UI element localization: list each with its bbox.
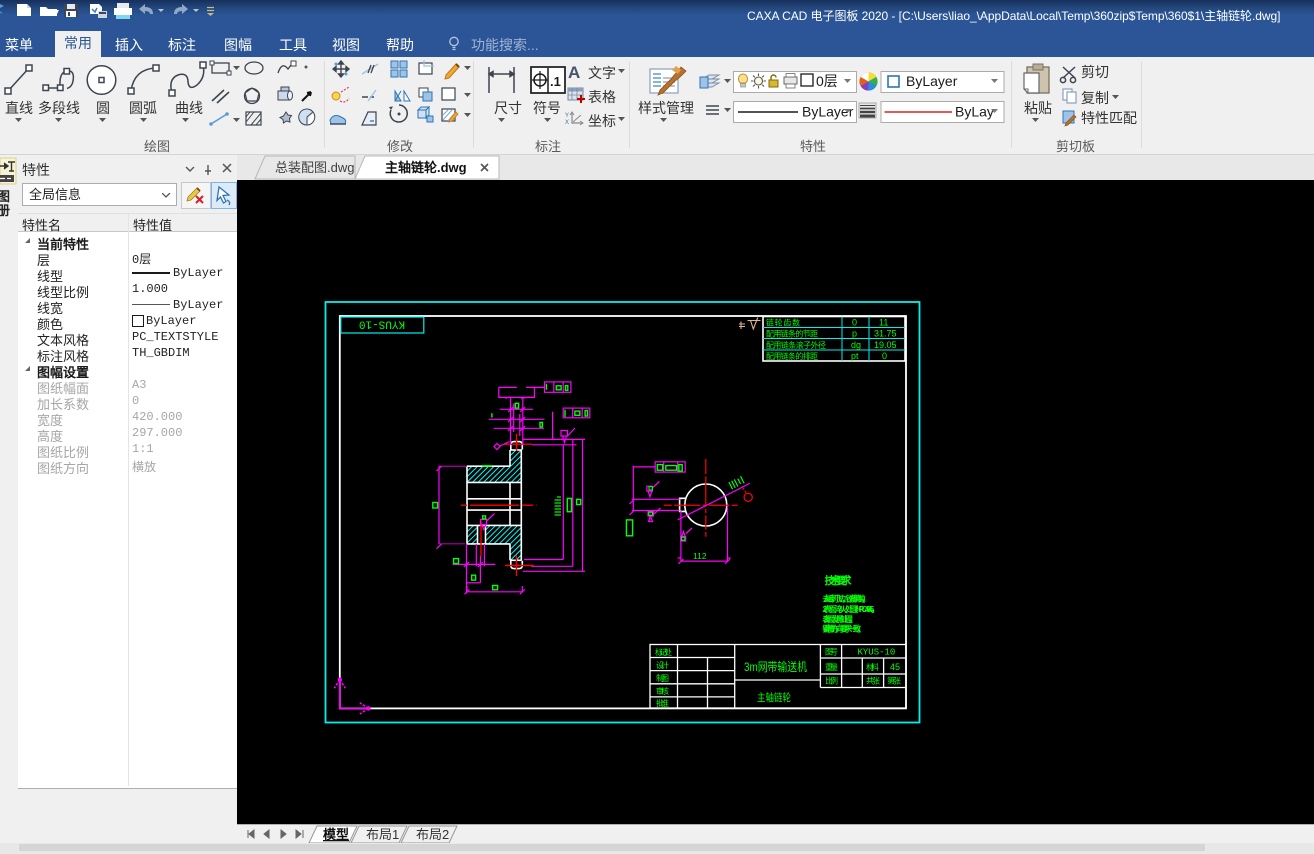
svg-text:图号: 图号 [825, 648, 838, 657]
svg-text:布局2: 布局2 [416, 827, 449, 842]
svg-text:复制: 复制 [1081, 90, 1109, 106]
svg-text:粘贴: 粘贴 [1024, 100, 1052, 116]
svg-text:直线: 直线 [5, 100, 33, 116]
svg-text:链轮齿数: 链轮齿数 [766, 318, 800, 328]
svg-text:特性匹配: 特性匹配 [1081, 110, 1137, 126]
svg-text:0层: 0层 [816, 73, 838, 89]
svg-text:0: 0 [852, 318, 857, 328]
svg-text:模型: 模型 [323, 827, 349, 842]
svg-text:共 张: 共 张 [866, 677, 880, 686]
svg-text:3.表面发黑处理。: 3.表面发黑处理。 [822, 614, 858, 624]
svg-text:主轴链轮: 主轴链轮 [757, 691, 791, 704]
svg-text:p: p [852, 329, 857, 339]
svg-text:2.表面淬火处理HRC40-45。: 2.表面淬火处理HRC40-45。 [823, 604, 880, 614]
svg-text:重量: 重量 [825, 662, 838, 672]
svg-text:pt: pt [851, 351, 859, 361]
svg-text:ByLayer: ByLayer [802, 104, 854, 120]
svg-text:112: 112 [693, 551, 707, 561]
svg-text:符号: 符号 [533, 100, 561, 116]
svg-text:圆弧: 圆弧 [129, 100, 157, 116]
svg-text:0: 0 [882, 351, 887, 361]
svg-text:批准: 批准 [656, 698, 669, 708]
svg-text:第 张: 第 张 [887, 676, 901, 686]
svg-text:制图: 制图 [656, 673, 669, 683]
svg-text:标记处: 标记处 [655, 647, 672, 657]
svg-text:尺寸: 尺寸 [494, 100, 522, 116]
svg-text:总装配图.dwg: 总装配图.dwg [275, 160, 354, 175]
svg-text:Y: Y [565, 113, 569, 119]
svg-text:材料: 材料 [866, 662, 879, 672]
svg-text:dg: dg [851, 340, 861, 350]
svg-text:19.05: 19.05 [874, 340, 897, 350]
svg-text:KYUS-10: KYUS-10 [359, 318, 405, 330]
svg-text:样式管理: 样式管理 [638, 100, 694, 116]
svg-text:.1: .1 [550, 74, 561, 89]
svg-text:布局1: 布局1 [366, 827, 399, 842]
svg-text:ByLay: ByLay [955, 104, 994, 120]
svg-text:剪切: 剪切 [1081, 64, 1109, 80]
svg-text:45: 45 [890, 662, 900, 672]
svg-text:3m网带输送机: 3m网带输送机 [744, 659, 807, 674]
svg-text:配用链条滚子外径: 配用链条滚子外径 [766, 340, 826, 350]
svg-text:曲线: 曲线 [175, 100, 203, 116]
svg-text:设计: 设计 [656, 660, 669, 670]
svg-text:坐标: 坐标 [588, 113, 616, 129]
svg-text:圆: 圆 [96, 100, 110, 116]
svg-text:1.去毛刺飞边，锐角倒钝。: 1.去毛刺飞边，锐角倒钝。 [823, 594, 870, 604]
svg-text:表格: 表格 [588, 89, 616, 105]
svg-text:31.75: 31.75 [874, 329, 897, 339]
svg-text:比例: 比例 [825, 676, 838, 686]
svg-text:技术要求: 技术要求 [825, 574, 853, 587]
svg-text:4.键槽方向要求一致。: 4.键槽方向要求一致。 [822, 624, 866, 634]
svg-text:配用链条的节距: 配用链条的节距 [766, 329, 818, 339]
svg-text:审核: 审核 [656, 686, 669, 696]
svg-text:11: 11 [879, 318, 888, 328]
svg-text:KYUS-10: KYUS-10 [858, 648, 896, 658]
svg-text:文字: 文字 [588, 65, 616, 81]
svg-text:配用链条的排距: 配用链条的排距 [766, 351, 818, 361]
svg-text:ByLayer: ByLayer [906, 73, 958, 89]
svg-text:多段线: 多段线 [38, 100, 80, 116]
svg-text:主轴链轮.dwg: 主轴链轮.dwg [385, 160, 467, 175]
svg-text:X: X [565, 120, 569, 126]
svg-text:A: A [568, 63, 580, 82]
